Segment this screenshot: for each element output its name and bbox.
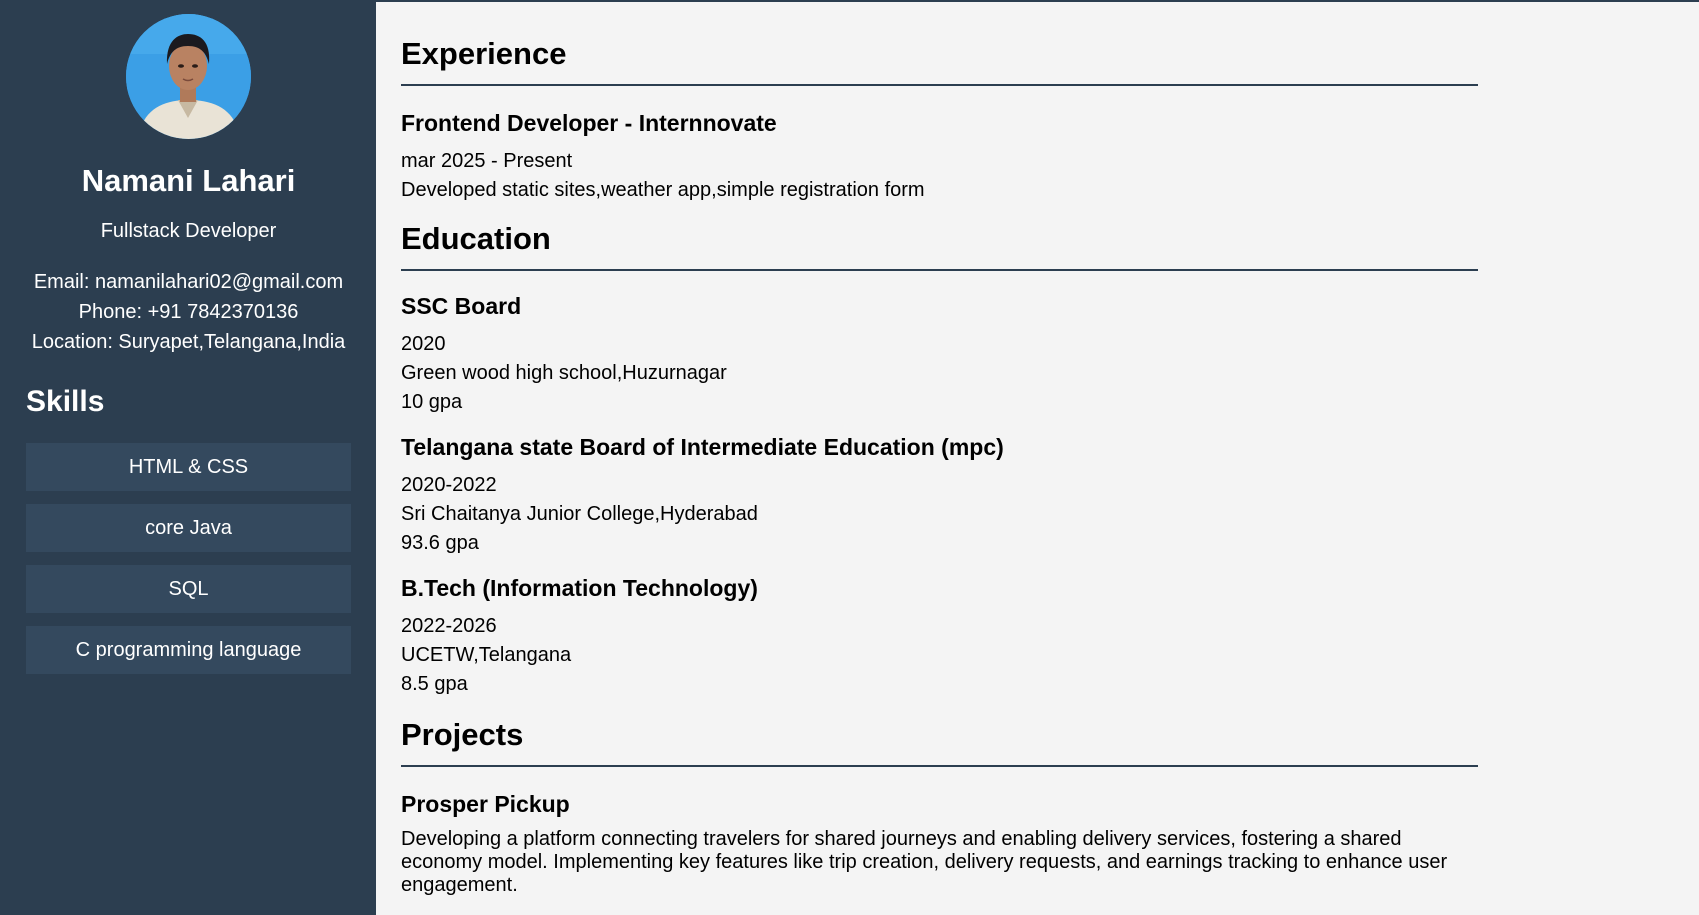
education-years: 2022-2026 (401, 615, 497, 637)
education-title: Telangana state Board of Intermediate Ed… (401, 434, 1004, 460)
education-details: 2022-2026 UCETW,Telangana 8.5 gpa (401, 612, 1478, 699)
education-score: 10 gpa (401, 391, 463, 413)
education-institution: Green wood high school,Huzurnagar (401, 362, 727, 384)
education-years: 2020-2022 (401, 474, 497, 496)
experience-details: mar 2025 - Present Developed static site… (401, 147, 1478, 205)
education-score: 8.5 gpa (401, 673, 468, 695)
project-item: Prosper Pickup Developing a platform con… (401, 790, 1478, 897)
experience-item: Frontend Developer - Internnovate mar 20… (401, 109, 1478, 205)
education-institution: Sri Chaitanya Junior College,Hyderabad (401, 503, 758, 525)
experience-dates: mar 2025 - Present (401, 150, 573, 172)
education-item: B.Tech (Information Technology) 2022-202… (401, 574, 1478, 699)
education-section: Education SSC Board 2020 Green wood high… (401, 221, 1478, 699)
education-institution: UCETW,Telangana (401, 644, 572, 666)
education-score: 93.6 gpa (401, 532, 479, 554)
projects-heading: Projects (401, 717, 1478, 767)
skill-item: core Java (26, 504, 351, 552)
profile-photo (126, 14, 251, 139)
skills-heading: Skills (26, 385, 105, 418)
main-content: Experience Frontend Developer - Internno… (401, 2, 1478, 915)
education-years: 2020 (401, 333, 446, 355)
project-description: Developing a platform connecting travele… (401, 828, 1448, 896)
education-details: 2020-2022 Sri Chaitanya Junior College,H… (401, 471, 1478, 558)
contact-info: Email: namanilahari02@gmail.com Phone: +… (26, 267, 351, 357)
profile-name: Namani Lahari (81, 163, 296, 198)
education-item: SSC Board 2020 Green wood high school,Hu… (401, 292, 1478, 417)
resume-page: Namani Lahari Fullstack Developer Email:… (0, 0, 1699, 915)
experience-heading: Experience (401, 36, 1478, 86)
experience-title: Frontend Developer - Internnovate (401, 110, 777, 136)
sidebar: Namani Lahari Fullstack Developer Email:… (1, 2, 376, 915)
contact-phone: Phone: +91 7842370136 (78, 301, 299, 323)
education-title: SSC Board (401, 293, 522, 319)
skill-item: HTML & CSS (26, 443, 351, 491)
education-item: Telangana state Board of Intermediate Ed… (401, 433, 1478, 558)
experience-section: Experience Frontend Developer - Internno… (401, 2, 1478, 205)
education-details: 2020 Green wood high school,Huzurnagar 1… (401, 330, 1478, 417)
projects-section: Projects Prosper Pickup Developing a pla… (401, 717, 1478, 897)
skills-list: HTML & CSS core Java SQL C programming l… (26, 443, 351, 674)
skill-item: C programming language (26, 626, 351, 674)
education-title: B.Tech (Information Technology) (401, 575, 758, 601)
education-heading: Education (401, 221, 1478, 271)
experience-description: Developed static sites,weather app,simpl… (401, 179, 925, 201)
project-title: Prosper Pickup (401, 791, 570, 817)
contact-email: Email: namanilahari02@gmail.com (33, 271, 344, 293)
skill-item: SQL (26, 565, 351, 613)
profile-title: Fullstack Developer (100, 220, 277, 242)
avatar (126, 14, 251, 139)
contact-location: Location: Suryapet,Telangana,India (31, 331, 346, 353)
